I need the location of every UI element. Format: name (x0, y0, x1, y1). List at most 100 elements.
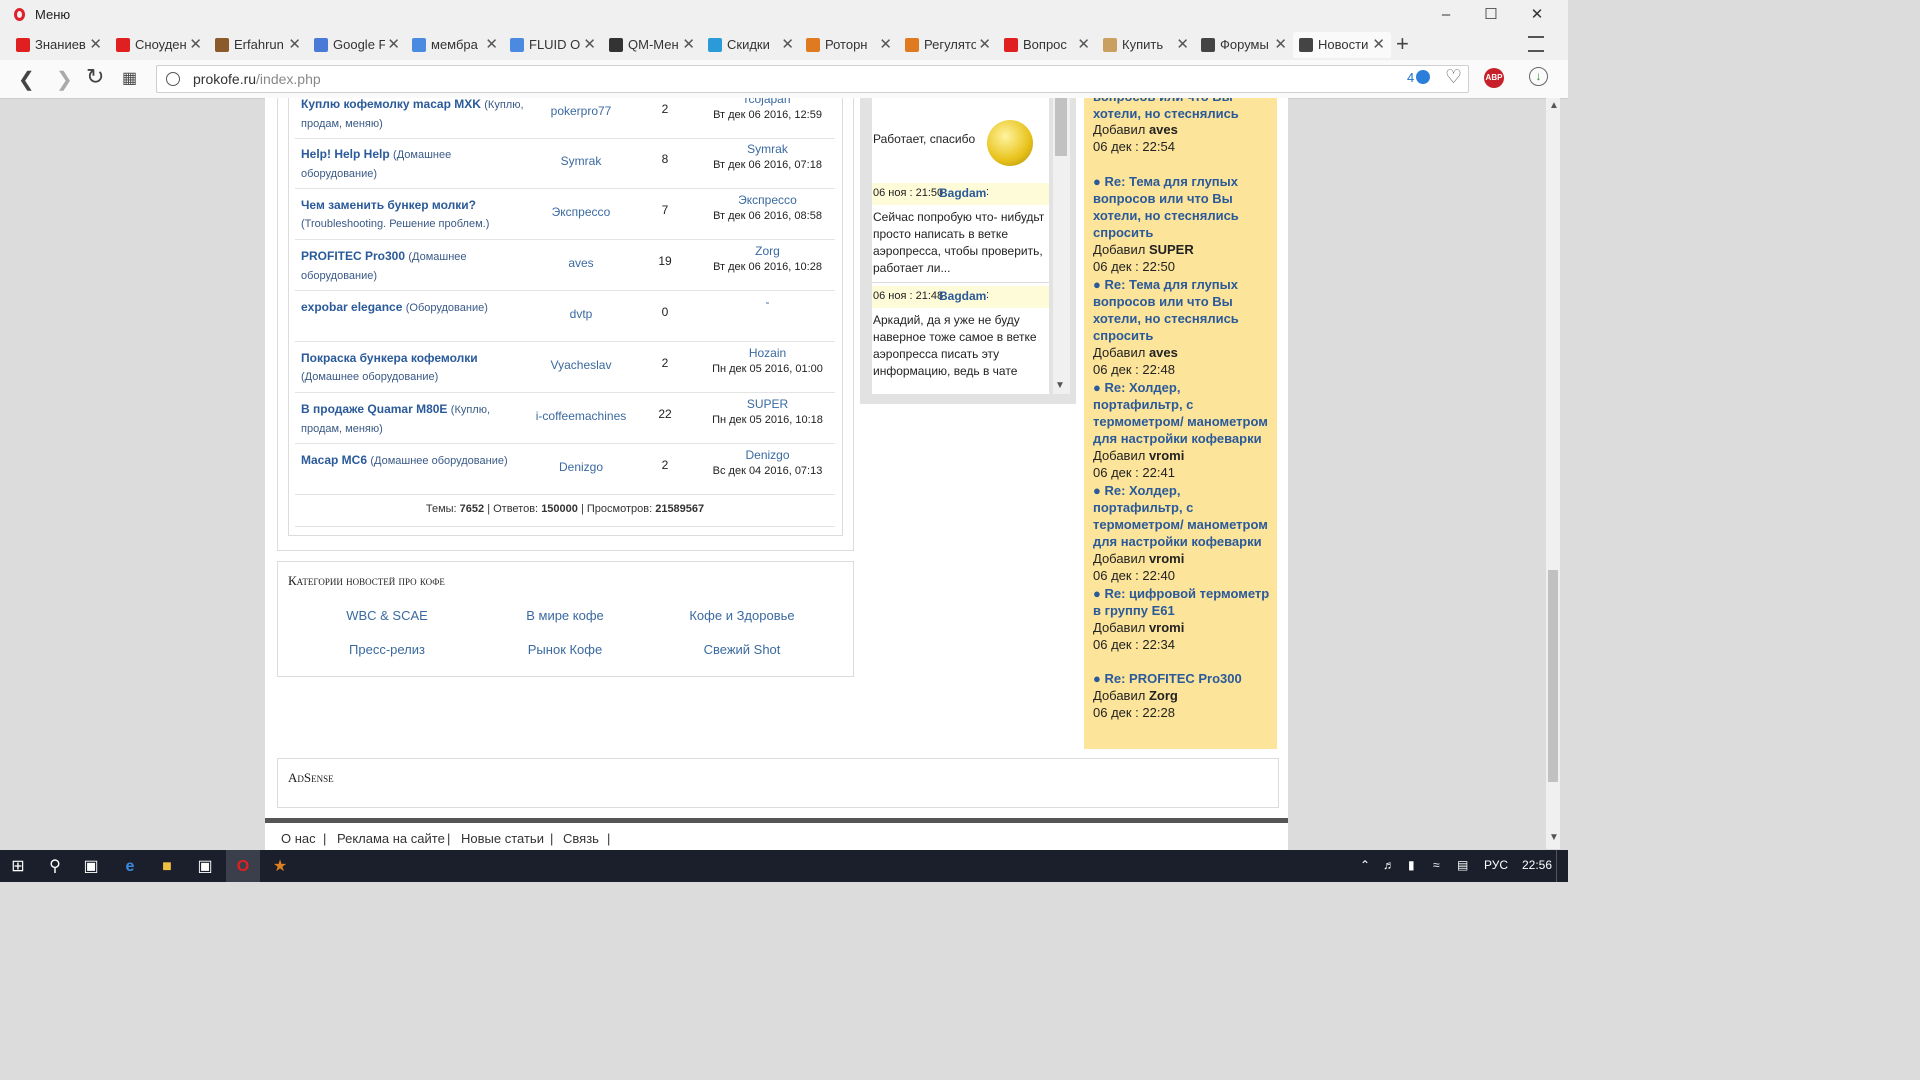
minimize-button[interactable]: – (1431, 4, 1461, 26)
topic-link[interactable]: Куплю кофемолку macap MXK (301, 98, 481, 111)
recent-post-title[interactable]: ● Re: Холдер, портафильтр, с термометром… (1093, 379, 1273, 447)
adblock-icon[interactable]: ABP (1484, 68, 1504, 88)
topic-link[interactable]: Чем заменить бункер молки? (301, 198, 476, 212)
opera-logo-icon[interactable] (14, 8, 25, 21)
close-icon[interactable]: ✕ (978, 35, 991, 53)
topic-link[interactable]: Help! Help Help (301, 147, 390, 161)
reload-icon[interactable]: ↻ (86, 64, 104, 90)
last-post-user[interactable]: Hozain (700, 346, 835, 360)
topic-category[interactable]: (Домашнее оборудование) (370, 455, 507, 467)
close-icon[interactable]: ✕ (1077, 35, 1090, 53)
category-link[interactable]: Свежий Shot (652, 642, 832, 657)
new-tab-button[interactable]: + (1396, 31, 1409, 57)
author-link[interactable]: pokerpro77 (533, 102, 629, 120)
category-link[interactable]: Рынок Кофе (475, 642, 655, 657)
tab[interactable]: FLUID O ✕ (504, 32, 602, 58)
author-link[interactable]: Экспрессо (533, 203, 629, 221)
heart-icon[interactable]: ♡ (1445, 66, 1462, 89)
language-indicator[interactable]: РУС (1484, 858, 1508, 872)
close-icon[interactable]: ✕ (781, 35, 794, 53)
show-desktop-button[interactable] (1556, 850, 1557, 882)
close-window-button[interactable]: ✕ (1522, 4, 1552, 26)
category-link[interactable]: Пресс-релиз (297, 642, 477, 657)
speed-dial-icon[interactable]: ▦ (122, 68, 137, 88)
close-icon[interactable]: ✕ (89, 35, 102, 53)
recent-post-user[interactable]: vromi (1149, 620, 1184, 635)
tab[interactable]: Знаниев ✕ (10, 32, 108, 58)
footer-link-about[interactable]: О нас (281, 831, 316, 846)
tab[interactable]: Erfahrun ✕ (209, 32, 307, 58)
author-link[interactable]: aves (533, 254, 629, 272)
recent-post-title[interactable]: ● Re: Холдер, портафильтр, с термометром… (1093, 482, 1273, 550)
tab[interactable]: QM-Мен ✕ (603, 32, 701, 58)
author-link[interactable]: Vyacheslav (533, 356, 629, 374)
recent-post-user[interactable]: vromi (1149, 551, 1184, 566)
recent-post-user[interactable]: vromi (1149, 448, 1184, 463)
forward-icon[interactable]: ❯ (56, 67, 73, 92)
recent-post-title[interactable]: ● Re: Тема для глупых вопросов или что В… (1093, 173, 1273, 241)
last-post-user[interactable]: - (700, 295, 835, 309)
tab[interactable]: Google F ✕ (308, 32, 406, 58)
tab[interactable]: Регулято ✕ (899, 32, 997, 58)
search-icon[interactable]: ⚲ (45, 857, 65, 877)
recent-post-user[interactable]: Zorg (1149, 688, 1178, 703)
close-icon[interactable]: ✕ (288, 35, 301, 53)
chevron-down-icon[interactable]: ▼ (1055, 380, 1065, 391)
chat-user-link[interactable]: Bagdam (939, 186, 986, 200)
tab[interactable]: Роторн ✕ (800, 32, 898, 58)
close-icon[interactable]: ✕ (1176, 35, 1189, 53)
battery-icon[interactable]: ▮ (1408, 858, 1415, 872)
close-icon[interactable]: ✕ (1372, 35, 1385, 53)
footer-link-new-articles[interactable]: Новые статьи (461, 831, 544, 846)
url-field[interactable]: prokofe.ru/index.php (156, 65, 1469, 93)
close-icon[interactable]: ✕ (583, 35, 596, 53)
topic-link[interactable]: PROFITEC Pro300 (301, 249, 405, 263)
tab[interactable]: Новости ✕ (1293, 32, 1391, 58)
page-scrollbar-thumb[interactable] (1548, 570, 1558, 782)
last-post-user[interactable]: Экспрессо (700, 193, 835, 207)
topic-link[interactable]: В продаже Quamar M80E (301, 402, 447, 416)
footer-link-ads[interactable]: Реклама на сайте (337, 831, 445, 846)
tab[interactable]: мембра ✕ (406, 32, 504, 58)
tab-menu-icon[interactable] (1528, 36, 1544, 52)
topic-category[interactable]: (Оборудование) (406, 302, 488, 314)
topic-link[interactable]: Покраска бункера кофемолки (301, 351, 478, 365)
recent-post-title[interactable]: ● Re: Тема для глупых вопросов или что В… (1093, 276, 1273, 344)
topic-link[interactable]: Macap MC6 (301, 453, 367, 467)
task-view-icon[interactable]: ▣ (81, 857, 101, 877)
tab[interactable]: Форумы ✕ (1195, 32, 1293, 58)
chat-scrollbar-thumb[interactable] (1055, 98, 1067, 156)
last-post-user[interactable]: Symrak (700, 142, 835, 156)
author-link[interactable]: Symrak (533, 152, 629, 170)
store-icon[interactable]: ▣ (195, 857, 215, 877)
category-link[interactable]: WBC & SCAE (297, 608, 477, 623)
topic-link[interactable]: expobar elegance (301, 300, 402, 314)
author-link[interactable]: Denizgo (533, 458, 629, 476)
windows-start-icon[interactable]: ⊞ (8, 857, 28, 877)
recent-post-title[interactable]: ● Re: PROFITEC Pro300 (1093, 670, 1273, 687)
tab[interactable]: Купить ✕ (1097, 32, 1195, 58)
chevron-up-icon[interactable]: ▲ (1549, 100, 1559, 111)
chevron-down-icon[interactable]: ▼ (1549, 832, 1559, 843)
last-post-user[interactable]: Denizgo (700, 448, 835, 462)
close-icon[interactable]: ✕ (879, 35, 892, 53)
topic-category[interactable]: (Troubleshooting. Решение проблем.) (301, 218, 489, 230)
author-link[interactable]: dvtp (533, 305, 629, 323)
edge-icon[interactable]: e (120, 857, 140, 877)
last-post-user[interactable]: SUPER (700, 397, 835, 411)
tab[interactable]: Скидки ✕ (702, 32, 800, 58)
close-icon[interactable]: ✕ (485, 35, 498, 53)
wifi-icon[interactable]: ≈ (1433, 858, 1440, 872)
footer-link-contact[interactable]: Связь (563, 831, 599, 846)
chat-user-link[interactable]: Bagdam (939, 289, 986, 303)
category-link[interactable]: В мире кофе (475, 608, 655, 623)
recent-post-user[interactable]: aves (1149, 345, 1178, 360)
topic-category[interactable]: (Домашнее оборудование) (301, 371, 438, 383)
chevron-up-icon[interactable]: ⌃ (1360, 858, 1370, 872)
shield-icon[interactable] (1416, 70, 1430, 84)
close-icon[interactable]: ✕ (387, 35, 400, 53)
close-icon[interactable]: ✕ (682, 35, 695, 53)
author-link[interactable]: i-coffeemachines (533, 407, 629, 425)
app-icon[interactable]: ★ (270, 857, 290, 877)
last-post-user[interactable]: Zorg (700, 244, 835, 258)
